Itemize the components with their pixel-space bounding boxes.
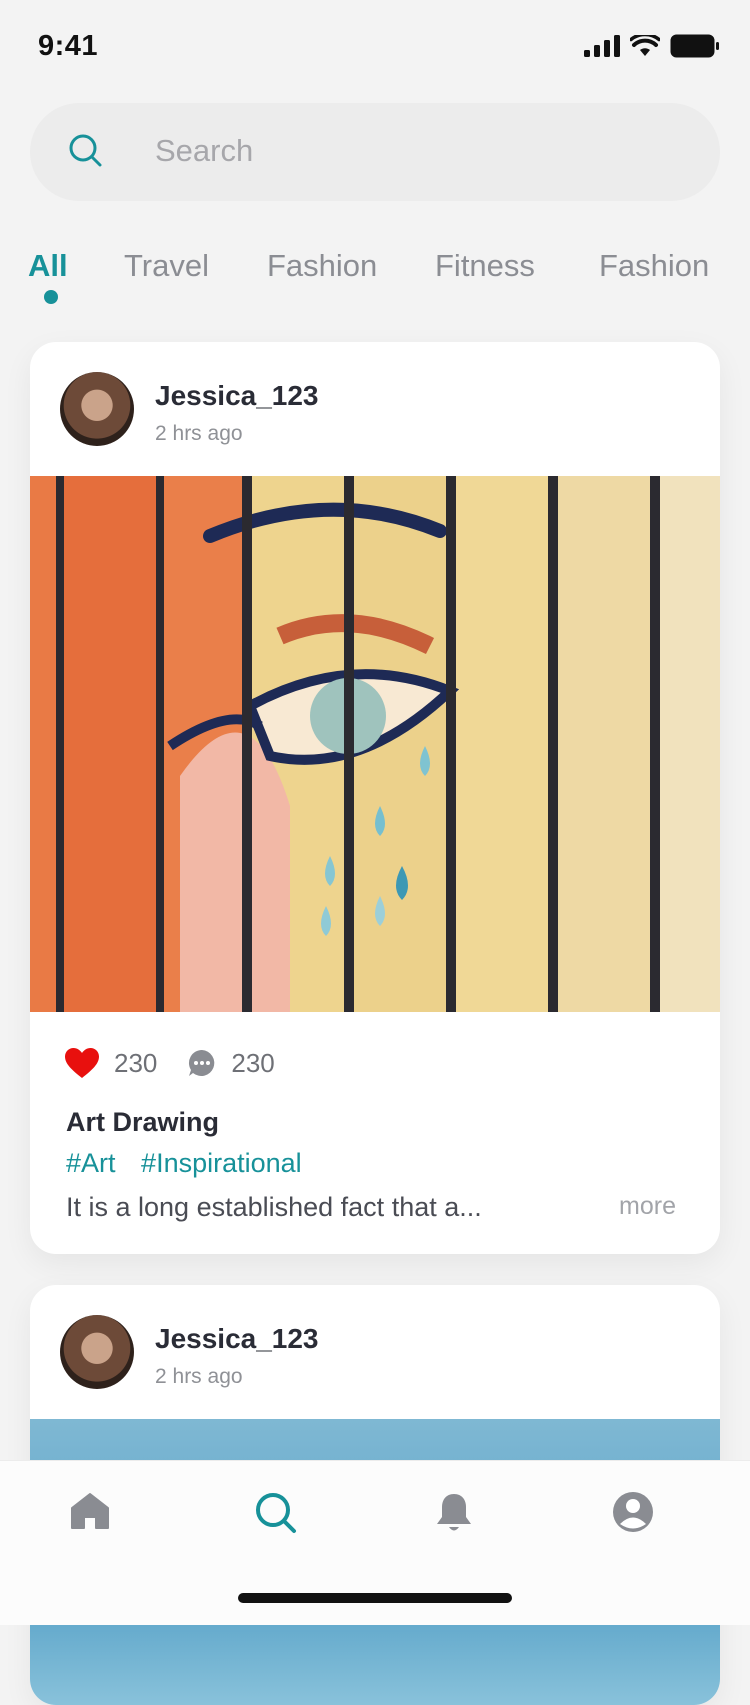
post-title: Art Drawing (66, 1107, 220, 1137)
profile-icon[interactable] (612, 1491, 654, 1533)
search-icon[interactable] (254, 1491, 298, 1535)
likes-count: 230 (114, 1047, 158, 1078)
tab-fashion-2[interactable]: Fashion (599, 248, 709, 284)
post-username[interactable]: Jessica_123 (155, 1323, 319, 1355)
home-indicator (238, 1593, 512, 1603)
comment-icon[interactable] (187, 1048, 217, 1078)
avatar[interactable] (60, 372, 134, 446)
tab-travel[interactable]: Travel (124, 248, 209, 284)
status-time: 9:41 (38, 30, 99, 62)
post-image[interactable] (30, 476, 720, 1012)
tab-fitness[interactable]: Fitness (435, 248, 535, 284)
hashtag-link[interactable]: #Art (66, 1148, 116, 1178)
bell-icon[interactable] (434, 1491, 474, 1535)
search-input[interactable]: Search (155, 133, 253, 169)
battery-icon (670, 34, 719, 58)
heart-icon[interactable] (64, 1047, 100, 1079)
post-username[interactable]: Jessica_123 (155, 380, 319, 412)
hashtag-link[interactable]: #Inspirational (141, 1148, 302, 1178)
avatar[interactable] (60, 1315, 134, 1389)
home-icon[interactable] (70, 1491, 110, 1531)
tab-all[interactable]: All (28, 248, 68, 284)
status-bar: 9:41 (0, 0, 750, 96)
search-icon (69, 134, 102, 167)
post-caption: It is a long established fact that a... (66, 1192, 482, 1222)
search-bar[interactable]: Search (30, 103, 720, 201)
wifi-icon (630, 35, 660, 56)
post-stats: 230 230 (64, 1047, 305, 1079)
comments-count: 230 (231, 1047, 275, 1078)
status-icons (584, 34, 720, 58)
post-card[interactable]: Jessica_123 2 hrs ago (30, 342, 720, 1254)
category-tabs: All Travel Fashion Fitness Fashion (0, 240, 750, 310)
post-time: 2 hrs ago (155, 1365, 243, 1388)
active-tab-indicator (44, 290, 58, 304)
post-hashtags: #Art #Inspirational (66, 1148, 320, 1179)
tab-fashion[interactable]: Fashion (267, 248, 377, 284)
post-time: 2 hrs ago (155, 422, 243, 445)
cellular-signal-icon (584, 35, 620, 57)
more-link[interactable]: more (619, 1192, 676, 1221)
